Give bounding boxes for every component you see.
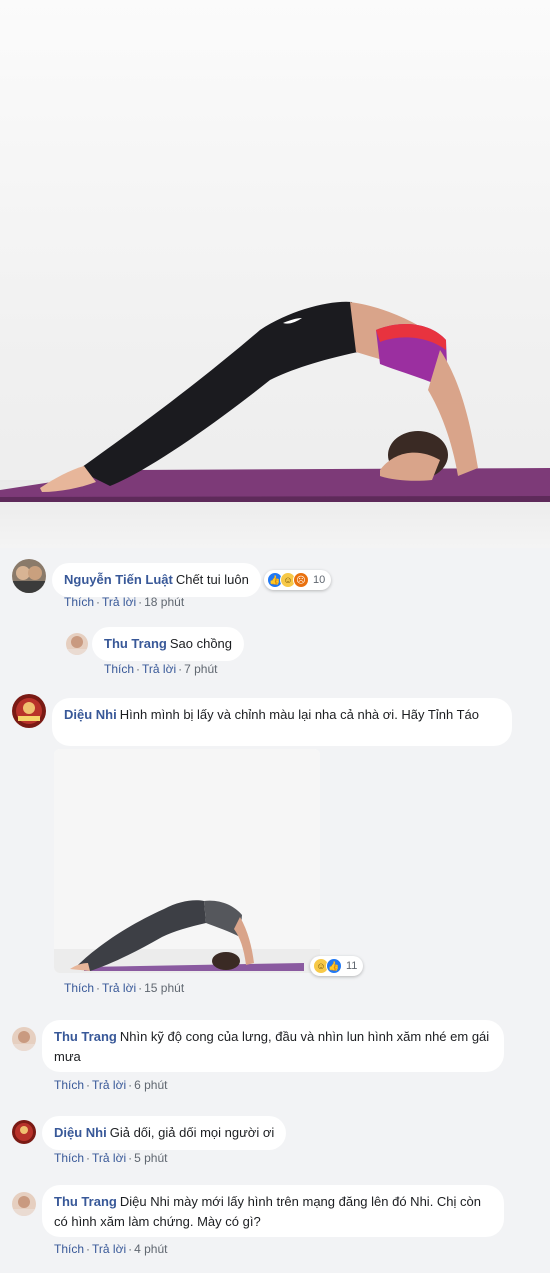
avatar[interactable]	[12, 1120, 36, 1144]
separator: ·	[128, 1078, 133, 1092]
comment-author[interactable]: Diệu Nhi	[54, 1125, 107, 1140]
separator: ·	[86, 1151, 91, 1165]
comment-author[interactable]: Thu Trang	[104, 636, 167, 651]
comment-time[interactable]: 18 phút	[144, 595, 184, 609]
like-link[interactable]: Thích	[104, 662, 134, 676]
yoga-photo[interactable]	[0, 0, 550, 548]
separator: ·	[136, 662, 141, 676]
comment-time[interactable]: 7 phút	[184, 662, 217, 676]
comment-actions: Thích · Trả lời · 18 phút	[64, 595, 184, 609]
like-link[interactable]: Thích	[54, 1078, 84, 1092]
reply-link[interactable]: Trả lời	[92, 1151, 126, 1165]
comment-text: Nhìn kỹ độ cong của lưng, đầu và nhìn lu…	[54, 1029, 490, 1064]
comment-bubble: Thu Trang Sao chồng	[92, 627, 245, 661]
reply-link[interactable]: Trả lời	[92, 1078, 126, 1092]
comment-author[interactable]: Thu Trang	[54, 1194, 117, 1209]
comment-actions: Thích · Trả lời · 7 phút	[104, 662, 217, 676]
comment-bubble: Thu Trang Nhìn kỹ độ cong của lưng, đầu v…	[42, 1020, 504, 1072]
comment-text: Diệu Nhi mày mới lấy hình trên mạng đăng…	[54, 1194, 481, 1229]
separator: ·	[138, 595, 143, 609]
separator: ·	[128, 1242, 133, 1256]
comment-actions: Thích · Trả lời · 5 phút	[54, 1151, 167, 1165]
separator: ·	[178, 662, 183, 676]
reply-link[interactable]: Trả lời	[102, 595, 136, 609]
like-icon: 👍	[326, 958, 342, 974]
comment-author[interactable]: Diệu Nhi	[64, 707, 117, 722]
reply-link[interactable]: Trả lời	[92, 1242, 126, 1256]
like-link[interactable]: Thích	[64, 981, 94, 995]
reply-link[interactable]: Trả lời	[102, 981, 136, 995]
separator: ·	[96, 981, 101, 995]
reply-link[interactable]: Trả lời	[142, 662, 176, 676]
comment-time[interactable]: 6 phút	[134, 1078, 167, 1092]
avatar[interactable]	[12, 694, 46, 728]
comment-actions: Thích · Trả lời · 4 phút	[54, 1242, 167, 1256]
comment-text: Chết tui luôn	[175, 572, 249, 587]
avatar[interactable]	[12, 1027, 36, 1051]
like-link[interactable]: Thích	[64, 595, 94, 609]
reaction-count: 11	[346, 960, 358, 972]
like-link[interactable]: Thích	[54, 1242, 84, 1256]
comment-author[interactable]: Thu Trang	[54, 1029, 117, 1044]
avatar[interactable]	[66, 633, 88, 655]
comment-text: Giả dối, giả dối mọi người ơi	[109, 1125, 275, 1140]
attached-photo-illustration	[54, 749, 320, 973]
avatar[interactable]	[12, 1192, 36, 1216]
comment-text: Hình mình bị lấy và chỉnh màu lại nha cả…	[119, 707, 479, 722]
comment-bubble: Thu Trang Diệu Nhi mày mới lấy hình trên …	[42, 1185, 504, 1237]
comment-time[interactable]: 5 phút	[134, 1151, 167, 1165]
yoga-photo-illustration	[0, 301, 550, 548]
comment-bubble: Diệu Nhi Hình mình bị lấy và chỉnh màu lạ…	[52, 698, 512, 746]
separator: ·	[96, 595, 101, 609]
comment-time[interactable]: 15 phút	[144, 981, 184, 995]
comment-text: Sao chồng	[169, 636, 233, 651]
avatar[interactable]	[12, 559, 46, 593]
comment-actions: Thích · Trả lời · 6 phút	[54, 1078, 167, 1092]
like-link[interactable]: Thích	[54, 1151, 84, 1165]
reactions-summary[interactable]: ☺ 👍 11	[310, 956, 364, 976]
reaction-count: 10	[313, 574, 326, 586]
separator: ·	[138, 981, 143, 995]
separator: ·	[86, 1242, 91, 1256]
separator: ·	[128, 1151, 133, 1165]
separator: ·	[86, 1078, 91, 1092]
angry-icon: ☹	[293, 572, 309, 588]
comment-bubble: Nguyễn Tiến Luật Chết tui luôn	[52, 563, 261, 597]
comment-author[interactable]: Nguyễn Tiến Luật	[64, 572, 173, 587]
comment-bubble: Diệu Nhi Giả dối, giả dối mọi người ơi	[42, 1116, 287, 1150]
attached-photo[interactable]	[54, 749, 320, 973]
reactions-summary[interactable]: 👍 ☺ ☹ 10	[264, 570, 332, 590]
comment-actions: Thích · Trả lời · 15 phút	[64, 981, 184, 995]
comment-time[interactable]: 4 phút	[134, 1242, 167, 1256]
